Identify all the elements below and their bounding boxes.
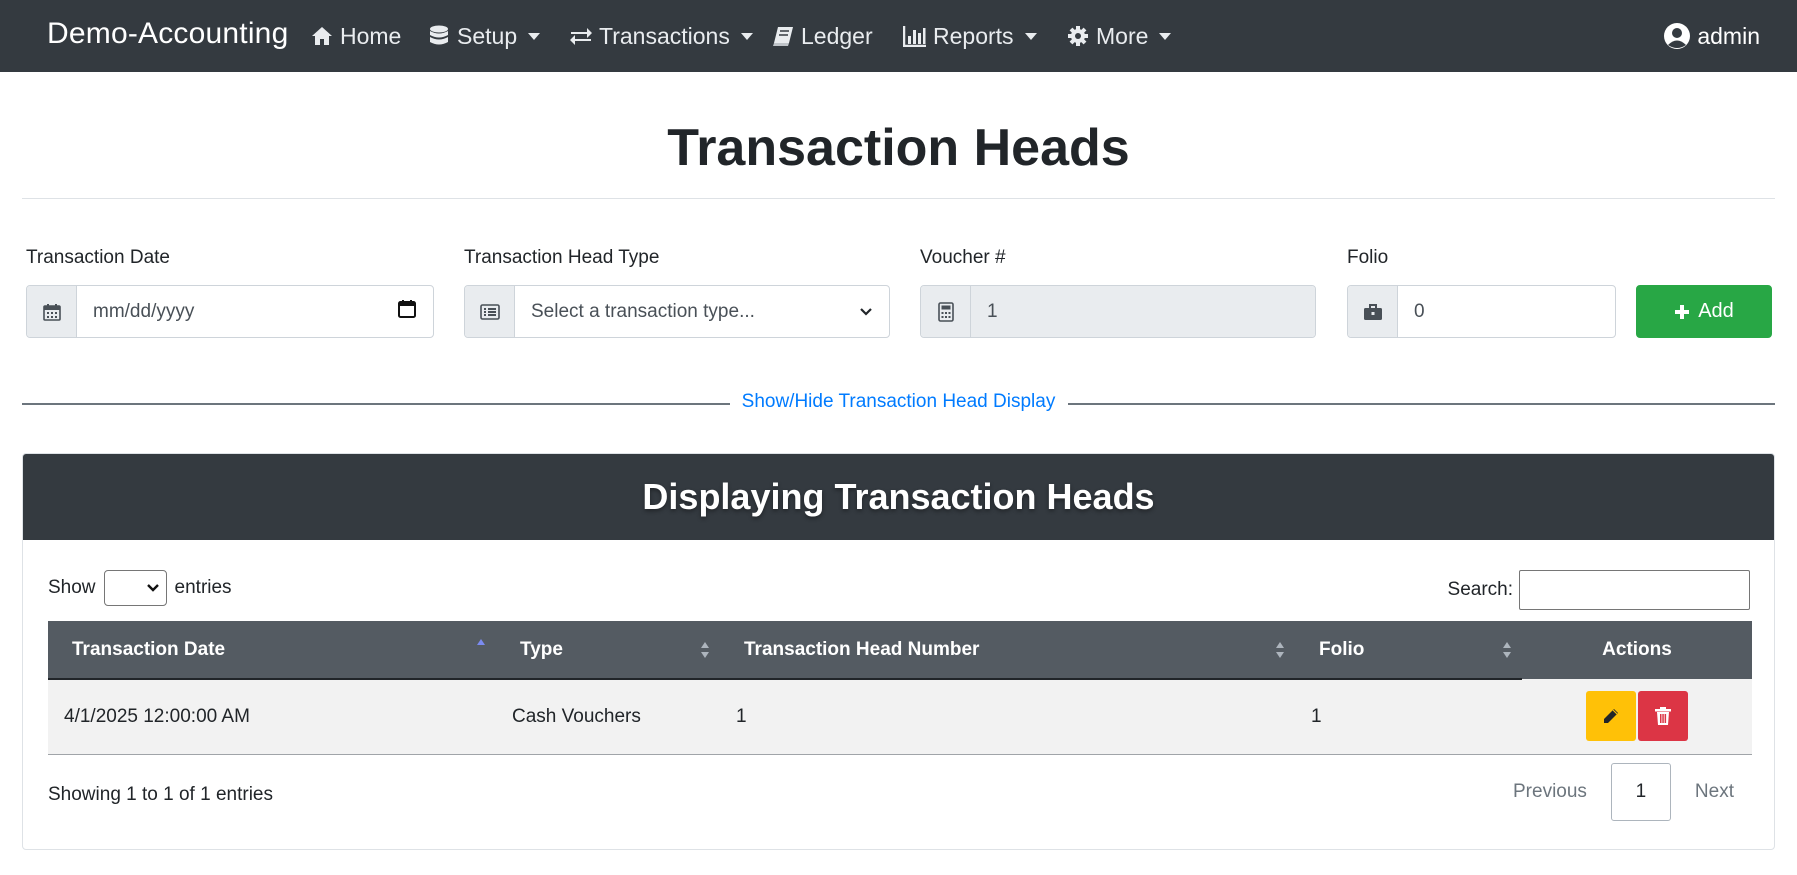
briefcase-icon <box>1348 286 1398 337</box>
book-icon <box>771 24 795 48</box>
user-circle-icon <box>1663 22 1691 50</box>
folio-input[interactable]: 0 <box>1398 286 1615 337</box>
calendar-picker-icon[interactable] <box>397 299 417 325</box>
column-header-label: Transaction Date <box>72 638 226 660</box>
page-title: Transaction Heads <box>667 119 1130 177</box>
calendar-icon <box>27 286 77 337</box>
transaction-date-input[interactable]: mm/dd/yyyy <box>77 286 433 337</box>
nav-item-more[interactable]: More <box>1066 20 1172 52</box>
home-icon <box>310 24 334 48</box>
nav-item-transactions[interactable]: Transactions <box>569 20 753 52</box>
column-header-transaction-date[interactable]: Transaction Date <box>48 621 496 680</box>
sort-asc-icon <box>477 639 485 645</box>
nav-item-label: Ledger <box>801 22 873 49</box>
toggle-display-link[interactable]: Show/Hide Transaction Head Display <box>22 391 1775 413</box>
chevron-down-icon <box>1159 32 1172 40</box>
transaction-head-type-group: Select a transaction type... <box>464 285 890 338</box>
cell-transaction-date: 4/1/2025 12:00:00 AM <box>48 679 496 755</box>
column-header-label: Transaction Head Number <box>744 638 980 660</box>
cell-number: 1 <box>720 679 1295 755</box>
trash-icon <box>1655 707 1671 726</box>
pagination: Previous 1 Next <box>1497 763 1750 821</box>
add-button-label: Add <box>1698 300 1734 322</box>
card-title: Displaying Transaction Heads <box>23 454 1774 540</box>
nav-item-home[interactable]: Home <box>310 20 401 52</box>
column-header-label: Type <box>520 638 563 660</box>
column-header-label: Actions <box>1602 639 1672 660</box>
nav-item-label: Home <box>340 22 402 49</box>
voucher-input[interactable]: 1 <box>971 286 1315 337</box>
user-menu[interactable]: admin <box>1663 20 1760 52</box>
search-label: Search: <box>1447 579 1513 600</box>
edit-button[interactable] <box>1586 691 1636 742</box>
gear-icon <box>1066 24 1090 48</box>
delete-button[interactable] <box>1638 691 1688 742</box>
cell-folio: 1 <box>1295 679 1522 755</box>
column-header-actions: Actions <box>1522 621 1752 679</box>
transaction-head-type-label: Transaction Head Type <box>464 247 660 268</box>
nav-item-ledger[interactable]: Ledger <box>771 20 873 52</box>
show-label: Show <box>48 577 96 598</box>
nav-item-label: More <box>1096 22 1149 49</box>
voucher-group: 1 <box>920 285 1316 338</box>
title-divider <box>22 198 1775 199</box>
pencil-icon <box>1604 709 1618 724</box>
transaction-heads-card: Displaying Transaction Heads Show entrie… <box>22 453 1775 850</box>
chevron-down-icon <box>859 301 873 323</box>
table-info: Showing 1 to 1 of 1 entries <box>48 784 273 805</box>
chevron-down-icon <box>528 32 541 40</box>
nav-item-reports[interactable]: Reports <box>903 20 1037 52</box>
column-header-number[interactable]: Transaction Head Number <box>720 621 1295 680</box>
navbar: Demo-Accounting Home Setup Transactions … <box>0 0 1797 72</box>
entries-select[interactable] <box>103 570 167 606</box>
voucher-label: Voucher # <box>920 247 1006 268</box>
cell-actions <box>1522 679 1752 755</box>
chevron-down-icon <box>1024 32 1037 40</box>
pagination-page-1[interactable]: 1 <box>1610 763 1671 821</box>
toggle-display-label[interactable]: Show/Hide Transaction Head Display <box>729 391 1068 412</box>
sort-icon <box>701 642 709 658</box>
database-icon <box>427 24 451 48</box>
table-row: 4/1/2025 12:00:00 AM Cash Vouchers 1 1 <box>48 679 1752 755</box>
nav-item-label: Reports <box>933 22 1014 49</box>
sort-icon <box>1503 642 1511 658</box>
transaction-date-group: mm/dd/yyyy <box>26 285 434 338</box>
calculator-icon <box>921 286 971 337</box>
chevron-down-icon <box>146 584 159 592</box>
folio-group: 0 <box>1347 285 1616 338</box>
nav-item-setup[interactable]: Setup <box>427 20 541 52</box>
nav-item-label: Transactions <box>599 22 730 49</box>
chevron-down-icon <box>740 32 753 40</box>
user-name: admin <box>1697 22 1760 49</box>
type-placeholder: Select a transaction type... <box>531 300 755 322</box>
nav-item-label: Setup <box>457 22 518 49</box>
pagination-previous[interactable]: Previous <box>1497 763 1603 821</box>
column-header-folio[interactable]: Folio <box>1295 621 1522 680</box>
pagination-next[interactable]: Next <box>1679 763 1750 821</box>
exchange-icon <box>569 24 593 48</box>
search-input[interactable] <box>1519 570 1750 610</box>
transaction-date-label: Transaction Date <box>26 247 170 268</box>
table-search: Search: <box>1448 570 1750 610</box>
column-header-label: Folio <box>1319 638 1365 660</box>
brand[interactable]: Demo-Accounting <box>47 16 288 52</box>
date-placeholder: mm/dd/yyyy <box>93 300 195 322</box>
toggle-divider: Show/Hide Transaction Head Display <box>22 390 1775 418</box>
table-header-row: Transaction Date Type Transaction Head N… <box>48 621 1752 680</box>
folio-label: Folio <box>1347 247 1389 268</box>
column-header-type[interactable]: Type <box>496 621 720 680</box>
entries-label: entries <box>174 577 232 598</box>
cell-type: Cash Vouchers <box>496 679 720 755</box>
add-button[interactable]: Add <box>1636 285 1772 338</box>
entries-length: Show entries <box>48 570 232 606</box>
transaction-heads-table: Transaction Date Type Transaction Head N… <box>48 621 1752 755</box>
plus-icon <box>1674 304 1690 320</box>
transaction-head-type-select[interactable]: Select a transaction type... <box>515 286 889 337</box>
list-icon <box>465 286 515 337</box>
bar-chart-icon <box>903 24 927 48</box>
sort-icon <box>1276 642 1284 658</box>
